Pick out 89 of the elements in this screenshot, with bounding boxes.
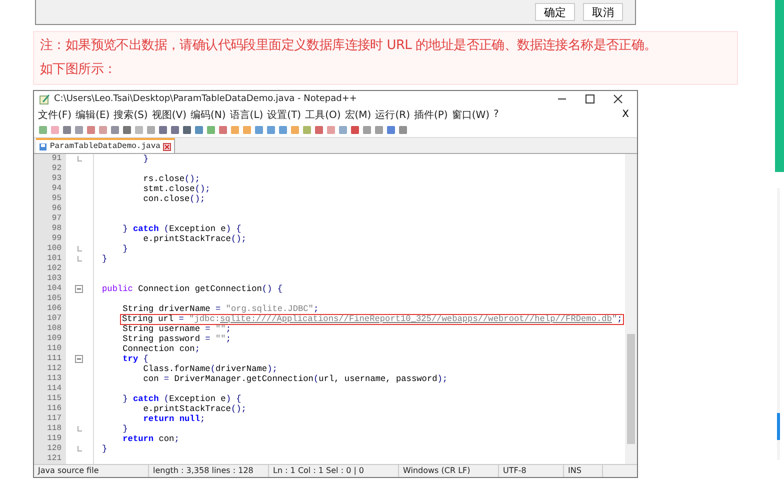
code-line: stmt.close(); [142, 184, 210, 194]
menu-item[interactable]: 文件(F) [38, 108, 72, 122]
code-line: } [122, 424, 128, 434]
window-title: C:\Users\Leo.Tsai\Desktop\ParamTableDataDemo.java - Notepad++ [54, 94, 358, 104]
status-text: INS [564, 465, 603, 477]
line-number: 100 [34, 244, 66, 254]
line-number: 103 [34, 274, 66, 284]
maximize-icon[interactable] [585, 94, 595, 104]
line-number: 113 [34, 374, 66, 384]
line-number: 110 [34, 344, 66, 354]
line-number: 115 [34, 394, 66, 404]
menu-item[interactable]: 工具(O) [305, 108, 341, 122]
code-line: } [142, 154, 148, 164]
side-marker [777, 413, 780, 440]
menu-item[interactable]: 插件(P) [414, 108, 448, 122]
line-number: 108 [34, 324, 66, 334]
status-text: Java source file [34, 465, 149, 477]
status-text: Ln : 1 Col : 1 Sel : 0 | 0 [269, 465, 399, 477]
code-line: e.printStackTrace(); [142, 404, 246, 414]
menu-item[interactable]: 设置(T) [267, 108, 302, 122]
save-icon [39, 142, 47, 150]
code-line: } [102, 254, 108, 264]
menu-item[interactable]: 编辑(E) [76, 108, 110, 122]
menu-item[interactable]: ? [494, 109, 499, 120]
code-line: String username = ""; [122, 324, 231, 334]
line-number: 104 [34, 284, 66, 294]
line-number: 99 [34, 234, 66, 244]
line-number: 121 [34, 454, 66, 464]
line-number: 118 [34, 424, 66, 434]
menu-item[interactable]: 窗口(W) [452, 108, 490, 122]
line-number: 93 [34, 174, 66, 184]
scrollbar[interactable] [625, 154, 637, 464]
code-line: } catch (Exception e) { [122, 224, 242, 234]
code-line: return con; [122, 434, 180, 444]
line-number: 116 [34, 404, 66, 414]
line-number: 114 [34, 384, 66, 394]
line-number: 98 [34, 224, 66, 234]
close-icon[interactable] [613, 94, 623, 104]
menu-item[interactable]: 搜索(S) [114, 108, 148, 122]
code-line: String driverName = "org.sqlite.JDBC"; [122, 304, 319, 314]
code-line: Connection con; [122, 344, 200, 354]
line-number: 102 [34, 264, 66, 274]
close-document-button[interactable]: X [622, 109, 629, 120]
line-number: 105 [34, 294, 66, 304]
fold-toggle-icon[interactable] [75, 285, 84, 293]
line-number: 96 [34, 204, 66, 214]
line-number: 120 [34, 444, 66, 454]
dialog-button[interactable]: 确定 [535, 3, 575, 21]
code-line: e.printStackTrace(); [142, 234, 246, 244]
menu-item[interactable]: 编码(N) [190, 108, 226, 122]
line-number: 97 [34, 214, 66, 224]
note-text: 注：如果预览不出数据，请确认代码段里面定义数据库连接时 URL 的地址是否正确、数据连接名称是否正确。 [40, 37, 658, 55]
notepad-icon [39, 94, 50, 104]
menu-item[interactable]: 视图(V) [152, 108, 186, 122]
line-number: 94 [34, 184, 66, 194]
code-line: try { [122, 354, 148, 364]
line-number: 106 [34, 304, 66, 314]
code-line: public Connection getConnection() { [102, 284, 283, 294]
status-text: Windows (CR LF) [399, 465, 499, 477]
code-line: return null; [142, 414, 206, 424]
code-line: } [102, 444, 108, 454]
line-number: 101 [34, 254, 66, 264]
file-tab[interactable]: ParamTableDataDemo.java [36, 138, 176, 153]
menu-item[interactable]: 宏(M) [344, 108, 372, 122]
line-number: 119 [34, 434, 66, 444]
status-text: UTF-8 [499, 465, 564, 477]
close-icon[interactable] [163, 142, 172, 150]
code-line: } catch (Exception e) { [122, 394, 242, 404]
line-number: 112 [34, 364, 66, 374]
code-line: } [122, 244, 128, 254]
status-text: length : 3,358 lines : 128 [149, 465, 269, 477]
line-number: 92 [34, 164, 66, 174]
code-line: con.close(); [142, 194, 206, 204]
line-number: 95 [34, 194, 66, 204]
code-line: con = DriverManager.getConnection(url, username, password); [142, 374, 448, 384]
menu-item[interactable]: 语言(L) [230, 108, 264, 122]
line-number: 91 [34, 154, 66, 164]
code-line: Class.forName(driverName); [142, 364, 278, 374]
line-number: 109 [34, 334, 66, 344]
note-text: 如下图所示： [40, 61, 118, 79]
code-line: rs.close(); [142, 174, 200, 184]
scrollbar-thumb[interactable] [627, 334, 635, 444]
dialog-button[interactable]: 取消 [583, 3, 623, 21]
fold-toggle-icon[interactable] [75, 355, 84, 363]
line-number: 107 [34, 314, 66, 324]
code-line: String password = ""; [122, 334, 231, 344]
line-number: 117 [34, 414, 66, 424]
line-number: 111 [34, 354, 66, 364]
menu-item[interactable]: 运行(R) [375, 108, 410, 122]
